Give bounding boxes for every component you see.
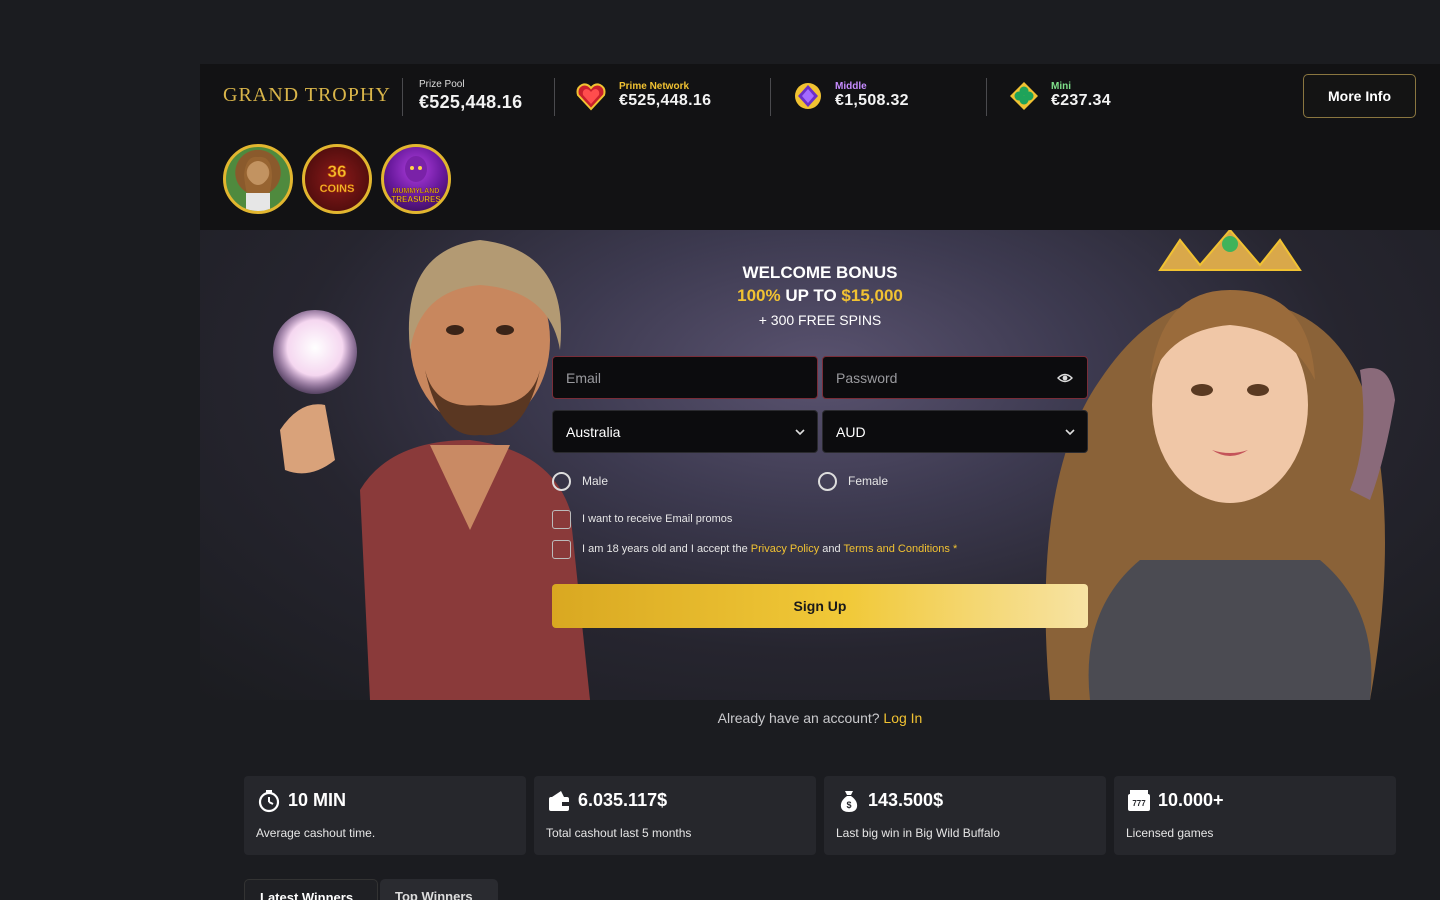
- stopwatch-icon: [258, 790, 280, 813]
- jackpot-row: GRAND TROPHY Prize Pool €525,448.16 Prim…: [200, 64, 1440, 128]
- stat-card: 777 10.000+ Licensed games: [1114, 776, 1396, 855]
- free-spins-text: + 300 FREE SPINS: [758, 312, 882, 328]
- game-art-icon: [244, 156, 272, 211]
- svg-text:$: $: [846, 800, 851, 810]
- wallet-icon: [549, 791, 569, 811]
- game-thumb-lady[interactable]: [223, 144, 293, 214]
- prize-pool-value: €525,448.16: [419, 92, 523, 112]
- stat-label: Last big win in Big Wild Buffalo: [836, 826, 1000, 840]
- jackpot-tier-label: Mini: [1051, 81, 1071, 92]
- tab-latest-winners[interactable]: Latest Winners: [244, 879, 378, 900]
- jackpot-brand: GRAND TROPHY: [223, 84, 391, 106]
- terms-checkbox[interactable]: [552, 540, 571, 559]
- stat-value: 10 MIN: [288, 790, 347, 810]
- heart-gem-icon: [576, 83, 606, 111]
- clover-gem-icon: [1010, 82, 1038, 110]
- svg-text:36: 36: [328, 162, 347, 181]
- chevron-down-icon: [795, 429, 805, 436]
- login-prompt-text: Already have an account?: [717, 710, 884, 726]
- stat-value: 143.500$: [868, 790, 944, 810]
- country-value: Australia: [566, 423, 621, 440]
- log-in-link[interactable]: Log In: [883, 710, 922, 726]
- divider: [770, 78, 771, 116]
- sign-up-button[interactable]: Sign Up: [552, 584, 1088, 628]
- terms-prefix: I am 18 years old and I accept the: [582, 543, 751, 555]
- jackpot-tier-value: €525,448.16: [619, 92, 712, 109]
- currency-select[interactable]: AUD: [822, 410, 1088, 453]
- money-bag-icon: $: [840, 791, 858, 812]
- jackpot-tier-value: €237.34: [1051, 92, 1111, 109]
- prize-pool-label: Prize Pool: [419, 79, 465, 90]
- login-prompt: Already have an account? Log In: [0, 710, 1440, 726]
- game-thumb-36-coins[interactable]: 36 COINS: [302, 144, 372, 214]
- gender-female-radio[interactable]: [818, 472, 837, 491]
- slot-machine-icon: 777: [1128, 790, 1150, 811]
- jackpot-tier-label: Middle: [835, 81, 867, 92]
- chevron-down-icon: [1065, 429, 1075, 436]
- more-info-button[interactable]: More Info: [1303, 74, 1416, 118]
- svg-text:MUMMYLAND: MUMMYLAND: [393, 188, 440, 195]
- stat-label: Total cashout last 5 months: [546, 826, 692, 840]
- svg-text:777: 777: [1132, 799, 1146, 808]
- stat-card: 10 MIN Average cashout time.: [244, 776, 526, 855]
- svg-text:COINS: COINS: [320, 183, 355, 195]
- welcome-bonus-title: WELCOME BONUS: [742, 263, 898, 282]
- welcome-bonus-offer: 100% UP TO $15,000: [200, 286, 1440, 306]
- bonus-up-to: UP TO: [780, 286, 842, 305]
- page: GRAND TROPHY Prize Pool €525,448.16 Prim…: [0, 0, 1440, 900]
- game-art-icon: MUMMYLAND TREASURES: [391, 156, 441, 204]
- stat-value: 6.035.117$: [578, 790, 668, 810]
- bonus-amount: $15,000: [841, 286, 903, 305]
- email-promos-label: I want to receive Email promos: [582, 513, 733, 525]
- tab-top-winners[interactable]: Top Winners: [380, 879, 498, 900]
- game-thumb-mummyland-treasures[interactable]: MUMMYLAND TREASURES: [381, 144, 451, 214]
- terms-label: I am 18 years old and I accept the Priva…: [582, 543, 957, 555]
- diamond-gem-icon: [795, 83, 821, 109]
- email-promos-checkbox[interactable]: [552, 510, 571, 529]
- password-placeholder: Password: [836, 369, 898, 386]
- divider: [402, 78, 403, 116]
- email-input[interactable]: Email: [552, 356, 818, 399]
- welcome-hero: WELCOME BONUS 100% UP TO $15,000 + 300 F…: [200, 230, 1440, 700]
- gender-female-label: Female: [848, 474, 889, 488]
- terms-conditions-link[interactable]: Terms and Conditions: [844, 543, 950, 555]
- gender-male-radio[interactable]: [552, 472, 571, 491]
- password-input[interactable]: Password: [822, 356, 1088, 399]
- game-art-icon: 36 COINS: [319, 162, 355, 196]
- stat-value: 10.000+: [1158, 790, 1224, 810]
- stat-card: 6.035.117$ Total cashout last 5 months: [534, 776, 816, 855]
- terms-and: and: [819, 543, 844, 555]
- stat-label: Licensed games: [1126, 826, 1214, 840]
- stat-card: $ 143.500$ Last big win in Big Wild Buff…: [824, 776, 1106, 855]
- bonus-percent: 100%: [737, 286, 781, 305]
- stat-label: Average cashout time.: [256, 826, 376, 840]
- gender-male-label: Male: [582, 474, 609, 488]
- privacy-policy-link[interactable]: Privacy Policy: [751, 543, 819, 555]
- jackpot-bar: GRAND TROPHY Prize Pool €525,448.16 Prim…: [200, 64, 1440, 230]
- eye-icon[interactable]: [1057, 371, 1073, 385]
- jackpot-tier-value: €1,508.32: [835, 92, 909, 109]
- divider: [554, 78, 555, 116]
- divider: [986, 78, 987, 116]
- svg-text:TREASURES: TREASURES: [391, 195, 441, 204]
- jackpot-tier-label: Prime Network: [619, 81, 690, 92]
- currency-value: AUD: [836, 423, 866, 440]
- required-asterisk: *: [949, 543, 958, 555]
- country-select[interactable]: Australia: [552, 410, 818, 453]
